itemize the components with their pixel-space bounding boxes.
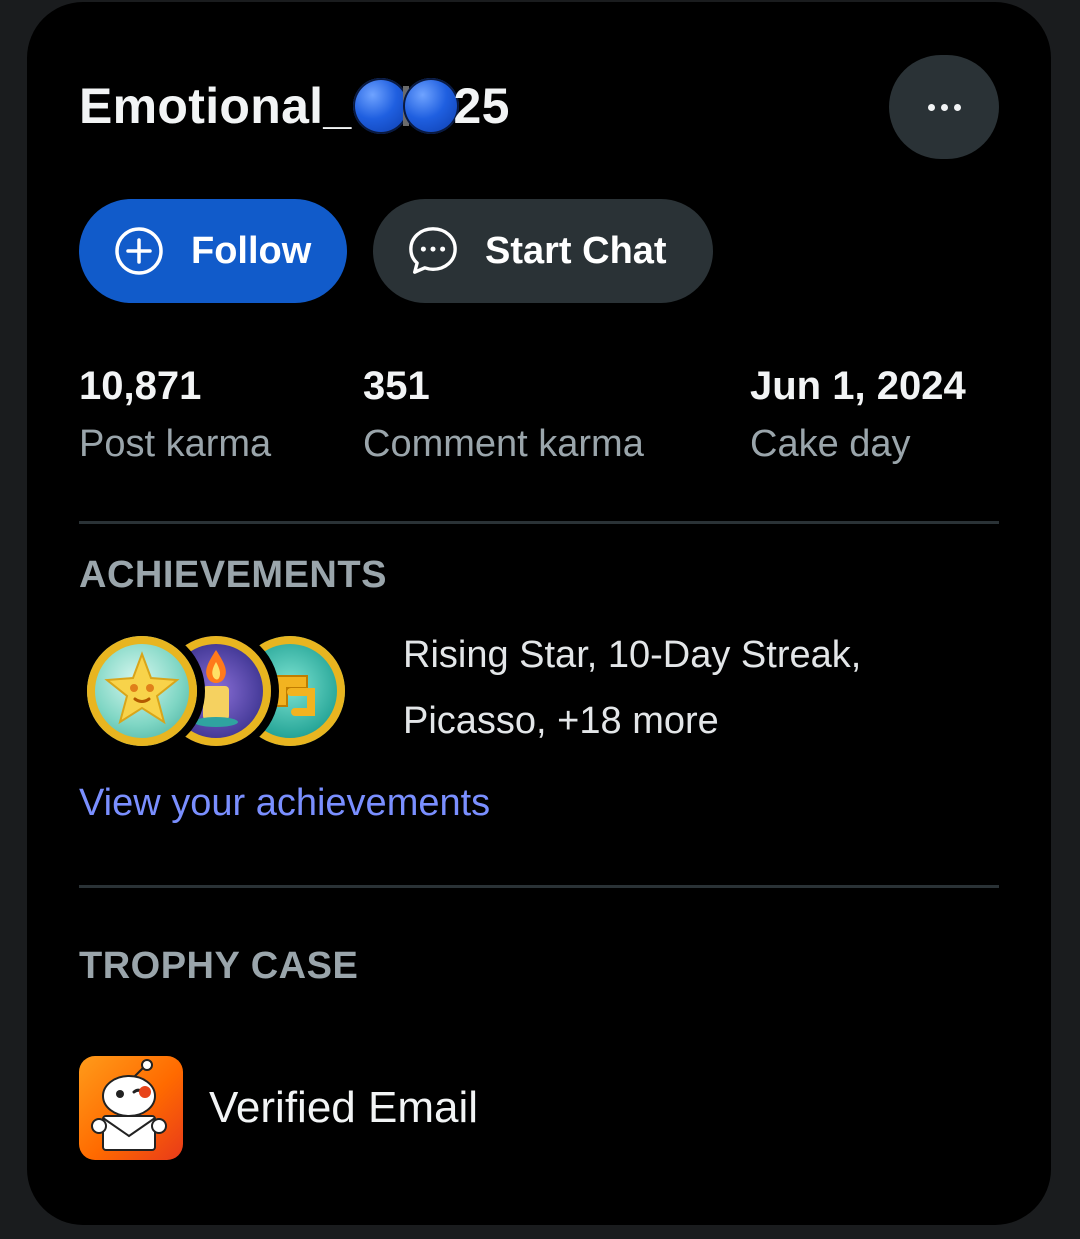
stat-value: 351 (363, 364, 430, 408)
achievements-title: ACHIEVEMENTS (79, 554, 387, 596)
stat-label: Cake day (750, 423, 911, 465)
achievement-badges[interactable] (79, 628, 359, 756)
achievements-summary: Rising Star, 10-Day Streak, Picasso, +18… (403, 622, 963, 754)
follow-button[interactable]: Follow (79, 199, 347, 303)
trophy-label: Verified Email (209, 1083, 479, 1132)
profile-stats: 10,871 Post karma 351 Comment karma Jun … (79, 358, 999, 478)
stat-label: Comment karma (363, 423, 644, 465)
more-horizontal-icon (927, 103, 961, 111)
profile-card: Emotional_ 25 Follow Start Chat 10,871 P… (27, 2, 1051, 1225)
follow-label: Follow (191, 229, 312, 272)
rising-star-badge-icon (79, 628, 205, 754)
trophy-case-title: TROPHY CASE (79, 945, 359, 987)
start-chat-button[interactable]: Start Chat (373, 199, 713, 303)
action-buttons: Follow Start Chat (79, 199, 713, 303)
stat-post-karma: 10,871 Post karma (79, 358, 271, 474)
chat-bubble-icon (407, 225, 459, 277)
username-suffix: 25 (453, 78, 510, 134)
plus-circle-icon (113, 225, 165, 277)
username-row: Emotional_ 25 (79, 54, 999, 158)
redaction-circle (403, 78, 460, 134)
username-prefix: Emotional_ (79, 78, 352, 134)
more-options-button[interactable] (889, 55, 999, 159)
achievements-summary-line: Rising Star, 10-Day Streak, (403, 634, 862, 676)
start-chat-label: Start Chat (485, 229, 667, 272)
trophy-item[interactable]: Verified Email (79, 1056, 478, 1160)
stat-comment-karma: 351 Comment karma (363, 358, 644, 474)
achievements-summary-line: Picasso, +18 more (403, 700, 719, 742)
stat-value: Jun 1, 2024 (750, 364, 966, 408)
view-achievements-link[interactable]: View your achievements (79, 782, 490, 825)
divider (79, 521, 999, 524)
stat-cake-day: Jun 1, 2024 Cake day (750, 358, 966, 474)
redaction-circle (353, 78, 410, 134)
stat-value: 10,871 (79, 364, 202, 408)
username: Emotional_ 25 (79, 77, 510, 135)
verified-email-trophy-icon (79, 1056, 183, 1160)
divider (79, 885, 999, 888)
stat-label: Post karma (79, 423, 272, 465)
